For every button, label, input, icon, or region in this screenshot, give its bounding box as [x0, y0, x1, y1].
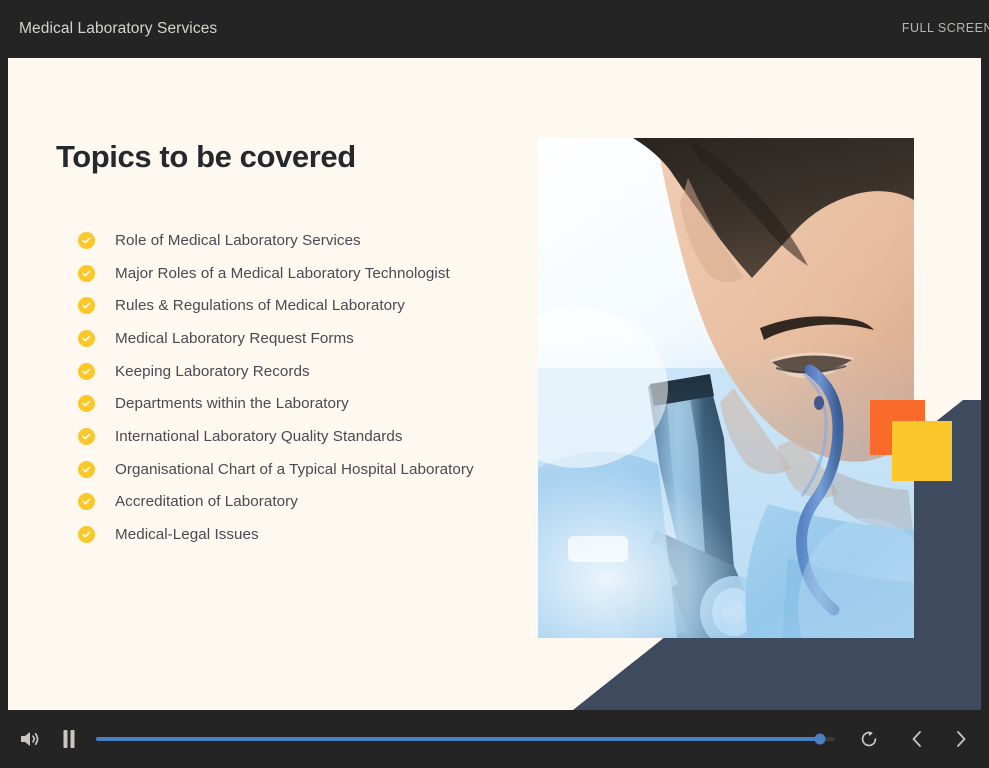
check-circle-icon: [78, 526, 95, 544]
check-circle-icon: [78, 297, 95, 315]
check-circle-icon: [78, 362, 95, 380]
list-item: Departments within the Laboratory: [78, 387, 548, 420]
list-item-label: Role of Medical Laboratory Services: [115, 231, 361, 249]
list-item: Role of Medical Laboratory Services: [78, 224, 548, 257]
check-circle-icon: [78, 264, 95, 282]
check-circle-icon: [78, 231, 95, 249]
check-circle-icon: [78, 427, 95, 445]
check-circle-icon: [78, 329, 95, 347]
slide-photo: [538, 138, 914, 638]
list-item: Major Roles of a Medical Laboratory Tech…: [78, 257, 548, 290]
slide-heading: Topics to be covered: [56, 139, 356, 174]
media-player-bar: [0, 710, 989, 768]
progress-handle[interactable]: [814, 733, 826, 745]
list-item: Accreditation of Laboratory: [78, 486, 548, 519]
page-title: Medical Laboratory Services: [19, 20, 218, 37]
app-header: Medical Laboratory Services FULL SCREEN: [0, 0, 989, 58]
list-item-label: Organisational Chart of a Typical Hospit…: [115, 460, 474, 478]
list-item: Medical Laboratory Request Forms: [78, 322, 548, 355]
topics-list: Role of Medical Laboratory Services Majo…: [78, 224, 548, 551]
replay-icon[interactable]: [849, 719, 889, 759]
list-item: Keeping Laboratory Records: [78, 355, 548, 388]
progress-slider[interactable]: [96, 729, 835, 749]
list-item: Organisational Chart of a Typical Hospit…: [78, 453, 548, 486]
list-item-label: Departments within the Laboratory: [115, 395, 349, 413]
list-item-label: Medical-Legal Issues: [115, 526, 259, 544]
check-circle-icon: [78, 493, 95, 511]
list-item: International Laboratory Quality Standar…: [78, 420, 548, 453]
slide-canvas: Topics to be covered Role of Medical Lab…: [8, 58, 981, 710]
list-item-label: Medical Laboratory Request Forms: [115, 329, 354, 347]
next-slide-button[interactable]: [939, 719, 983, 759]
volume-icon[interactable]: [10, 719, 50, 759]
progress-fill: [96, 737, 821, 741]
decorative-yellow-square: [892, 421, 952, 481]
list-item-label: International Laboratory Quality Standar…: [115, 427, 403, 445]
list-item-label: Major Roles of a Medical Laboratory Tech…: [115, 264, 450, 282]
list-item-label: Rules & Regulations of Medical Laborator…: [115, 297, 405, 315]
list-item-label: Accreditation of Laboratory: [115, 493, 298, 511]
list-item-label: Keeping Laboratory Records: [115, 362, 310, 380]
previous-slide-button[interactable]: [895, 719, 939, 759]
fullscreen-button[interactable]: FULL SCREEN: [902, 21, 989, 35]
pause-button[interactable]: [50, 719, 88, 759]
check-circle-icon: [78, 460, 95, 478]
list-item: Medical-Legal Issues: [78, 518, 548, 551]
list-item: Rules & Regulations of Medical Laborator…: [78, 289, 548, 322]
check-circle-icon: [78, 395, 95, 413]
